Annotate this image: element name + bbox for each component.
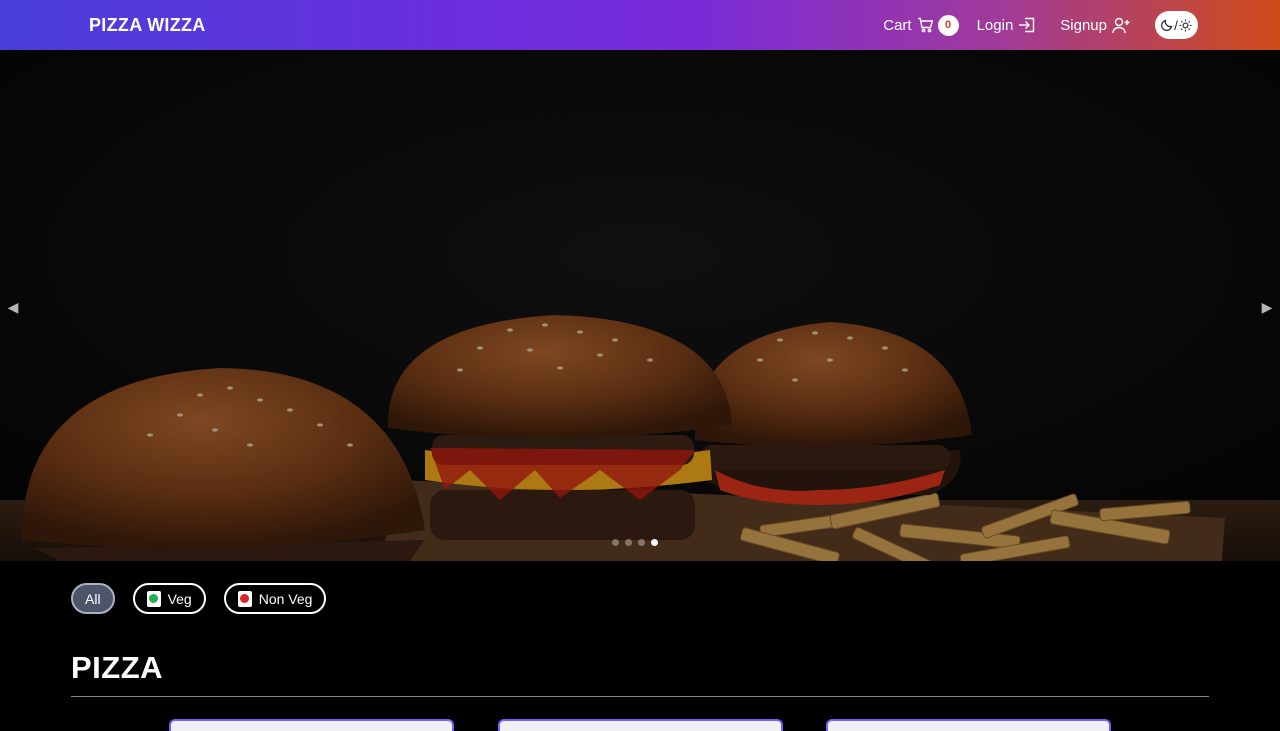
filter-all-button[interactable]: All <box>71 583 115 614</box>
login-label: Login <box>976 16 1014 34</box>
carousel-prev-button[interactable]: ◀ <box>6 300 20 314</box>
carousel-indicators <box>612 539 658 546</box>
filter-all-label: All <box>85 590 101 607</box>
moon-icon <box>1161 19 1173 31</box>
filter-veg-button[interactable]: Veg <box>132 583 206 614</box>
filter-nonveg-label: Non Veg <box>258 590 313 607</box>
carousel-indicator-3[interactable] <box>638 539 645 546</box>
section-title: PIZZA <box>71 650 164 685</box>
burgers-and-fries-image <box>0 50 1280 561</box>
product-card[interactable] <box>826 719 1111 731</box>
signup-link[interactable]: Signup <box>1060 17 1131 34</box>
filter-veg-label: Veg <box>167 590 192 607</box>
filter-nonveg-button[interactable]: Non Veg <box>223 583 327 614</box>
hero-carousel: ◀ ▶ <box>0 50 1280 561</box>
theme-toggle-button[interactable]: / <box>1155 11 1198 39</box>
carousel-next-button[interactable]: ▶ <box>1260 300 1274 314</box>
cart-label: Cart <box>883 16 912 34</box>
carousel-indicator-1[interactable] <box>612 539 619 546</box>
user-plus-icon <box>1112 17 1130 33</box>
carousel-indicator-4[interactable] <box>651 539 658 546</box>
theme-separator: / <box>1174 17 1178 33</box>
section-divider <box>71 696 1209 697</box>
nav-links: Cart 0 Login Signup / <box>883 0 1198 50</box>
product-card[interactable] <box>498 719 783 731</box>
login-link[interactable]: Login <box>977 17 1037 34</box>
signup-label: Signup <box>1060 16 1107 34</box>
cart-icon <box>917 17 933 33</box>
brand-logo[interactable]: PIZZA WIZZA <box>89 15 206 36</box>
category-filters: All Veg Non Veg <box>71 583 327 614</box>
sun-icon <box>1179 19 1192 31</box>
nonveg-indicator-icon <box>237 590 252 607</box>
navbar: PIZZA WIZZA Cart 0 Login Signup / <box>0 0 1280 50</box>
veg-indicator-icon <box>146 590 161 607</box>
product-cards <box>0 719 1280 731</box>
login-icon <box>1019 17 1035 33</box>
cart-link[interactable]: Cart 0 <box>883 14 959 36</box>
carousel-indicator-2[interactable] <box>625 539 632 546</box>
product-card[interactable] <box>169 719 454 731</box>
cart-count-badge: 0 <box>937 14 959 36</box>
